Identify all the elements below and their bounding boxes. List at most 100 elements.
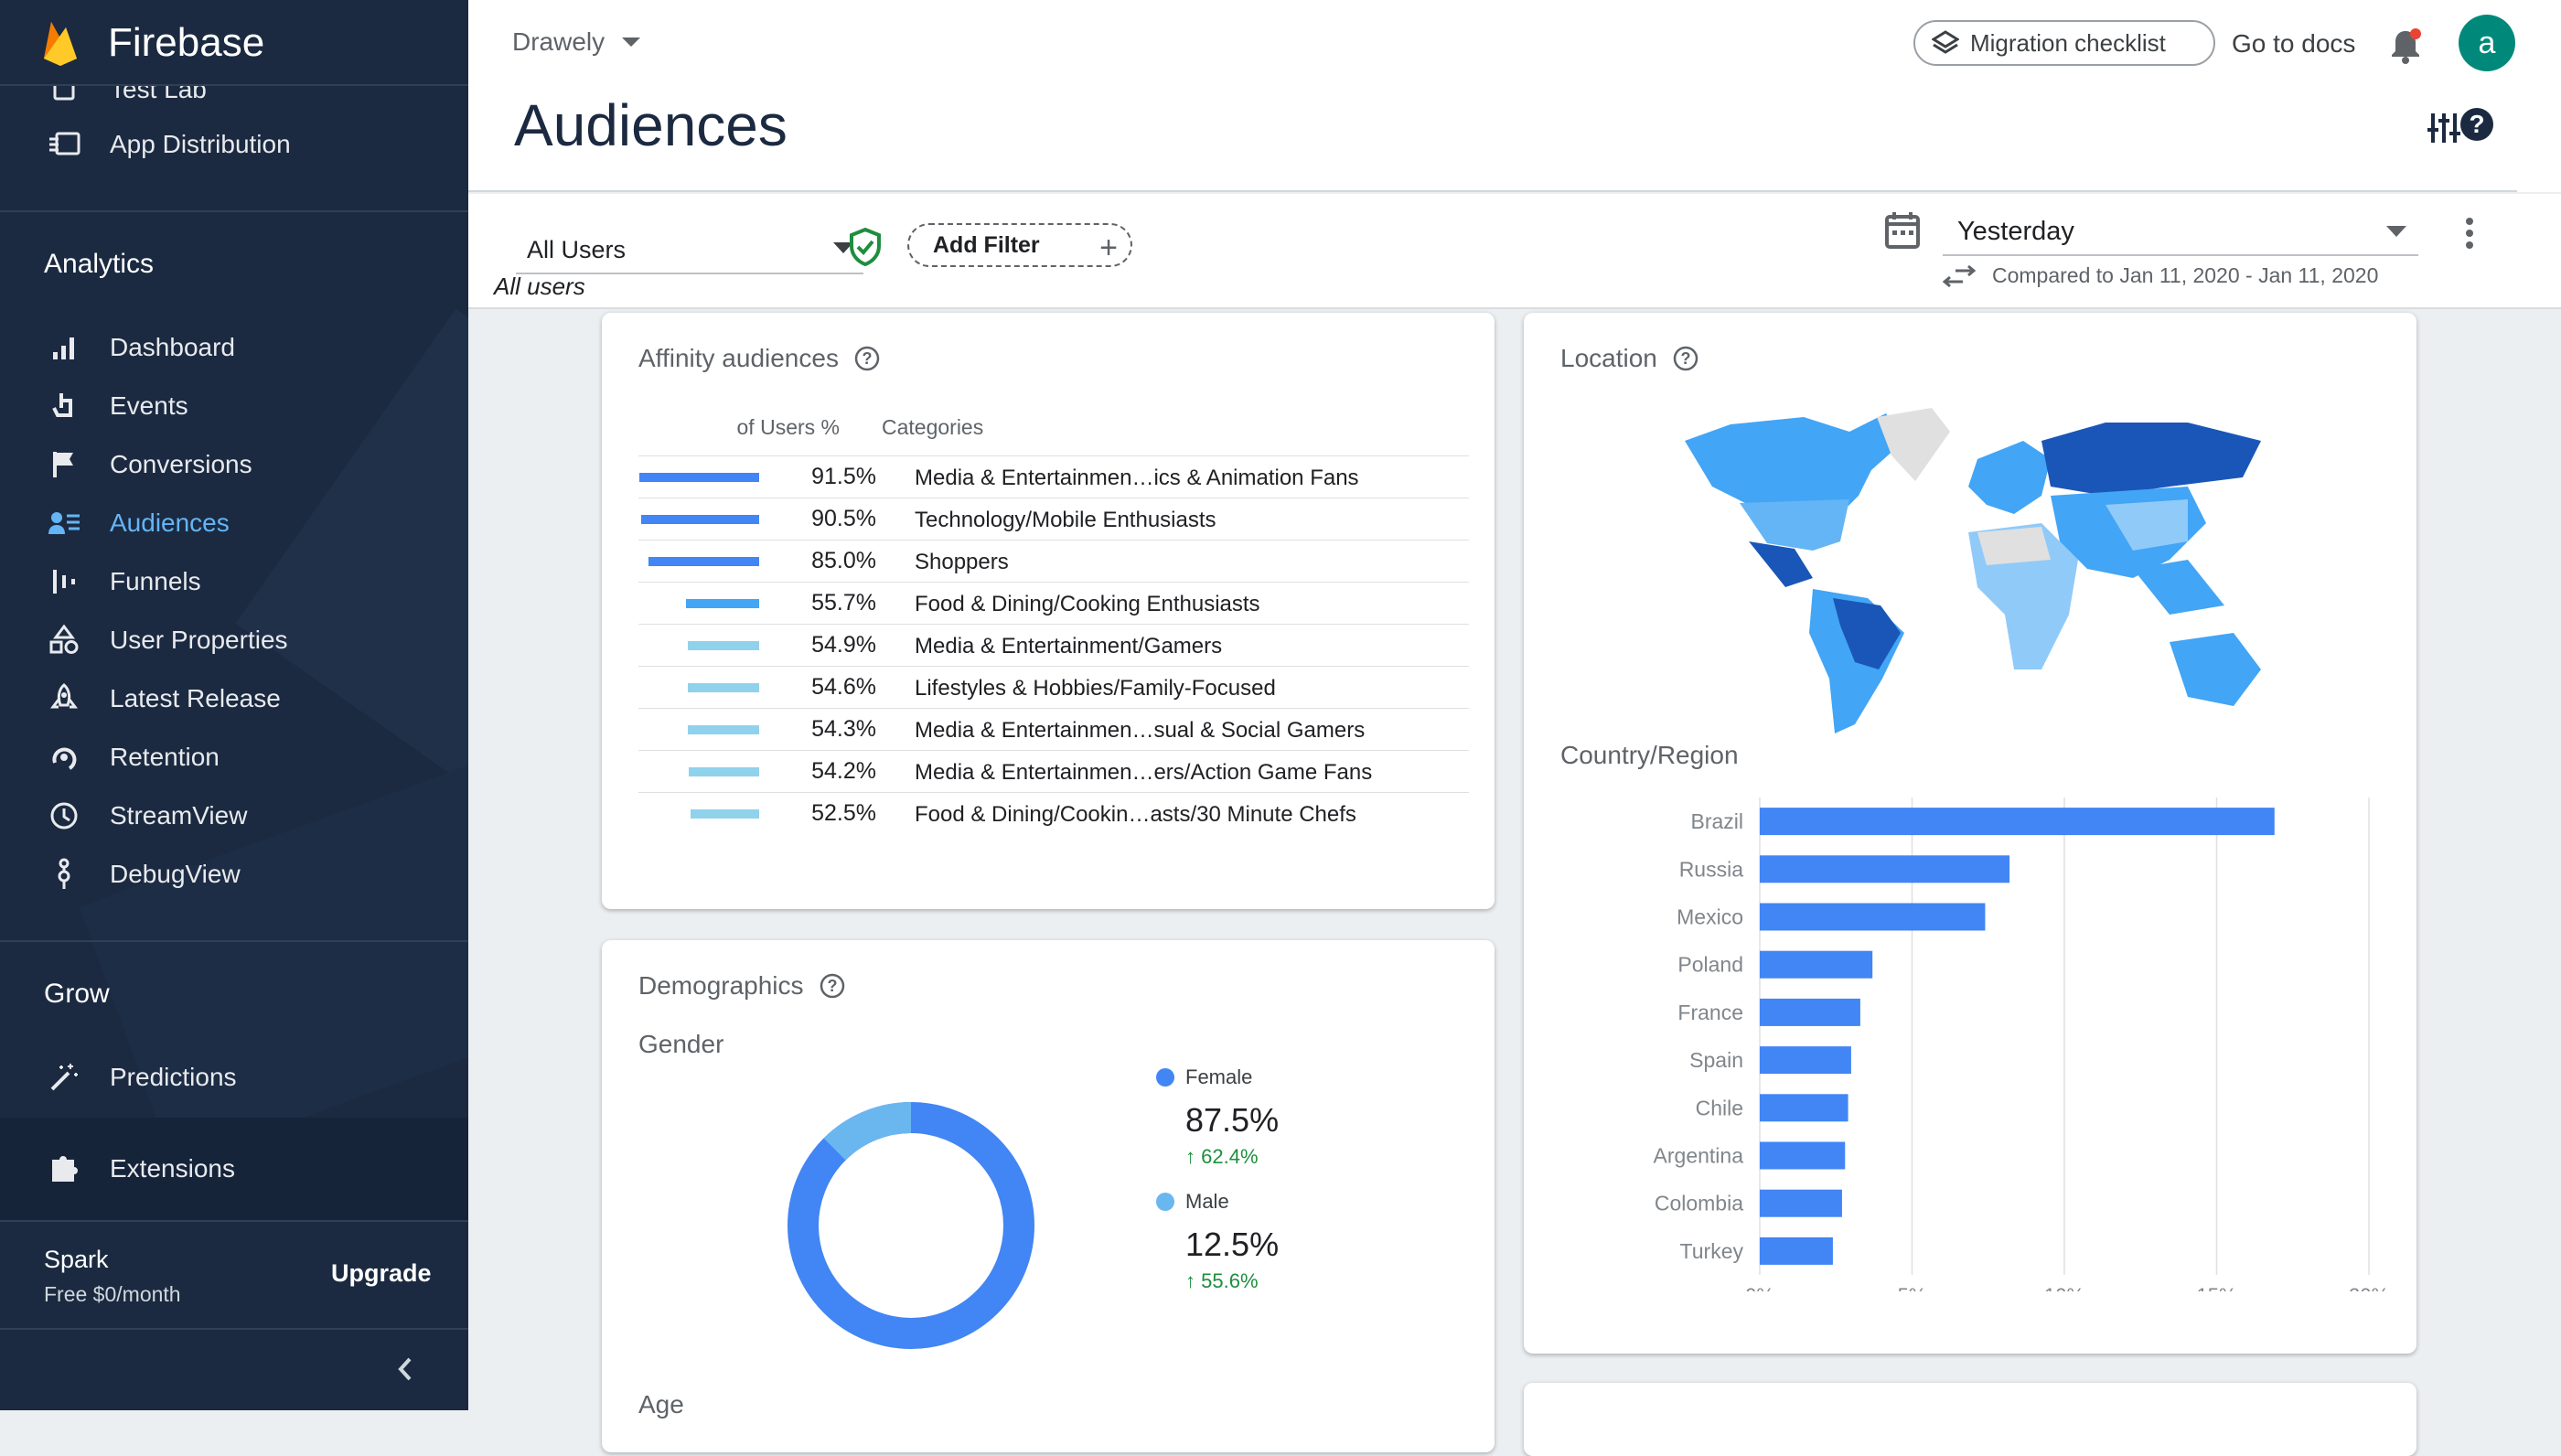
sidebar-item-dashboard[interactable]: Dashboard — [0, 322, 468, 373]
avatar[interactable]: a — [2459, 15, 2515, 71]
sidebar-item-label: Latest Release — [110, 684, 281, 712]
clock-icon — [44, 796, 84, 836]
y-tick-label: Poland — [1677, 953, 1743, 977]
affinity-category: Media & Entertainmen…sual & Social Gamer… — [915, 718, 1366, 743]
app-distribution-icon — [44, 124, 84, 165]
svg-text:?: ? — [1680, 349, 1690, 368]
table-row[interactable]: 54.2% Media & Entertainmen…ers/Action Gam… — [638, 750, 1469, 792]
sidebar-item-debugview[interactable]: DebugView — [0, 849, 468, 900]
country-bar[interactable] — [1760, 998, 1860, 1026]
tune-help-icon[interactable]: ? — [2426, 102, 2501, 148]
calendar-icon[interactable] — [1884, 210, 1921, 251]
sidebar-item-label: Events — [110, 391, 188, 420]
date-range-select[interactable]: Yesterday — [1943, 209, 2418, 256]
project-selector[interactable]: Drawely — [512, 27, 641, 57]
collapse-sidebar-icon[interactable] — [393, 1354, 415, 1385]
svg-text:?: ? — [827, 977, 837, 995]
map-region-russia — [2041, 423, 2261, 496]
affinity-category: Shoppers — [915, 550, 1009, 574]
audience-select[interactable]: All Users — [516, 227, 863, 274]
audience-value: All Users — [527, 235, 627, 263]
column-header-categories[interactable]: Categories — [882, 415, 983, 440]
go-to-docs-link[interactable]: Go to docs — [2232, 29, 2355, 59]
help-icon[interactable]: ? — [819, 972, 846, 1000]
sidebar-item-extensions[interactable]: Extensions — [0, 1143, 468, 1194]
country-region-label: Country/Region — [1560, 741, 1739, 769]
add-filter-label: Add Filter — [933, 231, 1040, 258]
affinity-pct: 54.2% — [811, 758, 876, 784]
world-map[interactable] — [1676, 404, 2270, 743]
x-tick-label: 10% — [2044, 1284, 2084, 1291]
female-change-value: 62.4% — [1201, 1145, 1259, 1168]
sidebar-item-predictions[interactable]: Predictions — [0, 1052, 468, 1103]
add-filter-button[interactable]: Add Filter + — [907, 223, 1132, 267]
male-value: 12.5% — [1185, 1226, 1280, 1263]
funnel-icon — [44, 562, 84, 602]
card-title: Affinity audiences ? — [638, 344, 881, 373]
upgrade-button[interactable]: Upgrade — [331, 1259, 432, 1288]
firebase-logo-icon — [44, 22, 77, 66]
filter-bar: All Users All users Add Filter + Yesterd… — [468, 194, 2561, 309]
svg-text:?: ? — [2469, 110, 2484, 138]
help-icon[interactable]: ? — [853, 345, 881, 372]
audiences-icon — [44, 503, 84, 543]
country-bar[interactable] — [1760, 1141, 1846, 1170]
column-header-pct[interactable]: % of Users — [737, 415, 840, 440]
country-bar[interactable] — [1760, 950, 1873, 979]
brand-header[interactable]: Firebase — [0, 0, 468, 86]
sidebar-item-retention[interactable]: Retention — [0, 732, 468, 783]
date-range-value: Yesterday — [1957, 216, 2074, 246]
sidebar-item-label: Predictions — [110, 1063, 237, 1091]
country-bar[interactable] — [1760, 1046, 1851, 1075]
country-bar[interactable] — [1760, 1237, 1833, 1265]
sidebar-item-events[interactable]: Events — [0, 380, 468, 432]
sidebar-item-latest-release[interactable]: Latest Release — [0, 673, 468, 724]
sidebar-item-user-properties[interactable]: User Properties — [0, 615, 468, 666]
table-row[interactable]: 54.3% Media & Entertainmen…sual & Social … — [638, 708, 1469, 750]
country-bar[interactable] — [1760, 855, 2010, 883]
more-options-icon[interactable] — [2464, 216, 2475, 251]
notifications-icon[interactable] — [2387, 26, 2424, 66]
country-bar[interactable] — [1760, 808, 2275, 836]
sidebar-item-label: Funnels — [110, 567, 201, 595]
y-tick-label: Chile — [1696, 1096, 1743, 1119]
help-icon[interactable]: ? — [1672, 345, 1699, 372]
x-tick-label: 15% — [2196, 1284, 2236, 1291]
sidebar: Firebase Test Lab App Distribution Analy… — [0, 0, 468, 1410]
table-row[interactable]: 55.7% Food & Dining/Cooking Enthusiasts — [638, 582, 1469, 624]
affinity-pct: 54.6% — [811, 674, 876, 700]
y-tick-label: Russia — [1679, 857, 1744, 881]
migration-checklist-button[interactable]: Migration checklist — [1913, 20, 2215, 66]
country-bar[interactable] — [1760, 1094, 1848, 1122]
arrow-up-icon: ↑ — [1185, 1145, 1195, 1168]
plan-name: Spark — [44, 1246, 109, 1273]
affinity-bar — [691, 809, 759, 819]
shield-check-icon — [850, 227, 881, 267]
table-row[interactable]: 85.0% Shoppers — [638, 540, 1469, 582]
x-tick-label: 5% — [1898, 1284, 1927, 1291]
sidebar-item-conversions[interactable]: Conversions — [0, 439, 468, 490]
plus-icon: + — [1099, 230, 1118, 265]
table-row[interactable]: 91.5% Media & Entertainmen…ics & Animatio… — [638, 455, 1469, 498]
sidebar-item-app-distribution[interactable]: App Distribution — [0, 119, 468, 170]
sidebar-item-audiences[interactable]: Audiences — [0, 498, 468, 549]
sidebar-divider — [0, 1328, 468, 1330]
comparison-range: Compared to Jan 11, 2020 - Jan 11, 2020 — [1943, 263, 2378, 288]
female-label: Female — [1185, 1065, 1253, 1088]
sidebar-item-streamview[interactable]: StreamView — [0, 790, 468, 841]
table-row[interactable]: 90.5% Technology/Mobile Enthusiasts — [638, 498, 1469, 540]
sidebar-divider — [0, 940, 468, 942]
female-legend-dot — [1156, 1068, 1174, 1087]
sidebar-item-label: Extensions — [110, 1154, 235, 1183]
affinity-pct: 54.3% — [811, 716, 876, 742]
table-row[interactable]: 54.9% Media & Entertainment/Gamers — [638, 624, 1469, 666]
table-row[interactable]: 54.6% Lifestyles & Hobbies/Family-Focused — [638, 666, 1469, 708]
sidebar-item-funnels[interactable]: Funnels — [0, 556, 468, 607]
country-bar[interactable] — [1760, 903, 1986, 931]
table-row[interactable]: 52.5% Food & Dining/Cookin…asts/30 Minute… — [638, 792, 1469, 834]
flag-icon — [44, 444, 84, 485]
affinity-bar — [648, 557, 759, 566]
affinity-pct: 91.5% — [811, 464, 876, 489]
country-bar[interactable] — [1760, 1189, 1842, 1217]
demographics-card: Demographics ? Gender Female 87.5% ↑ 62.… — [602, 940, 1495, 1452]
